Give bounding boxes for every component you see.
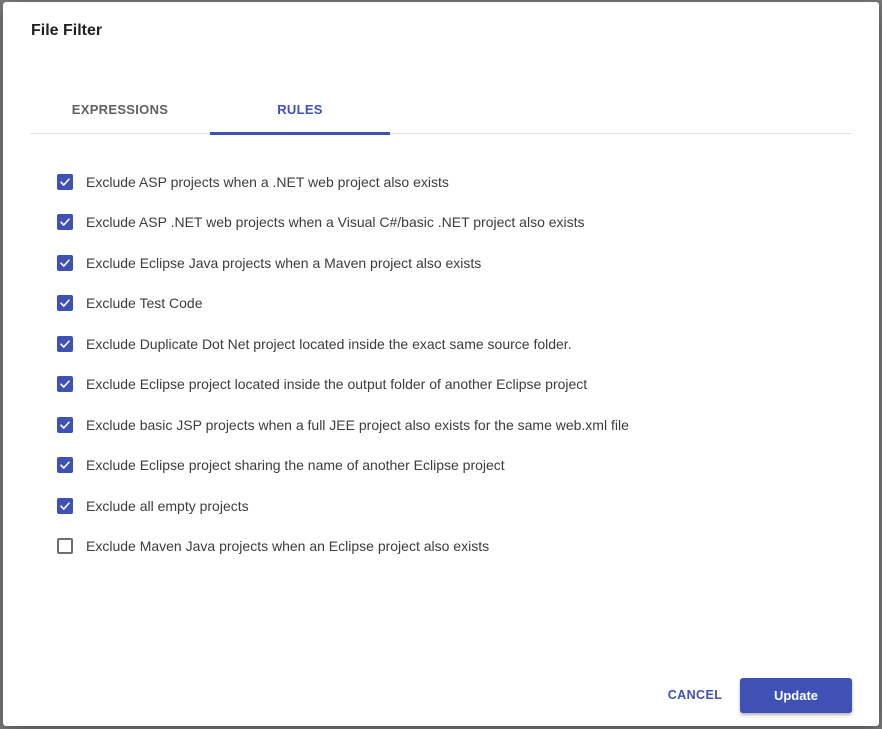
rule-item[interactable]: Exclude ASP projects when a .NET web pro… (57, 170, 857, 194)
checkbox[interactable] (57, 417, 73, 433)
rule-item[interactable]: Exclude all empty projects (57, 494, 857, 518)
check-icon (60, 218, 70, 226)
dialog-title: File Filter (31, 22, 103, 39)
rule-item[interactable]: Exclude Eclipse project sharing the name… (57, 453, 857, 477)
check-icon (60, 340, 70, 348)
rule-item[interactable]: Exclude Duplicate Dot Net project locate… (57, 332, 857, 356)
rule-label: Exclude Eclipse project located inside t… (86, 376, 588, 392)
rule-item[interactable]: Exclude basic JSP projects when a full J… (57, 413, 857, 437)
checkbox[interactable] (57, 457, 73, 473)
check-icon (60, 259, 70, 267)
checkbox[interactable] (57, 214, 73, 230)
rule-label: Exclude ASP .NET web projects when a Vis… (86, 214, 585, 230)
rule-item[interactable]: Exclude Maven Java projects when an Ecli… (57, 534, 857, 558)
checkbox[interactable] (57, 538, 73, 554)
rule-label: Exclude Eclipse project sharing the name… (86, 457, 505, 473)
rule-label: Exclude ASP projects when a .NET web pro… (86, 174, 449, 190)
tab-rules[interactable]: RULES (210, 84, 390, 135)
checkbox[interactable] (57, 295, 73, 311)
tab-bar: EXPRESSIONS RULES (30, 84, 852, 135)
check-icon (60, 461, 70, 469)
checkbox[interactable] (57, 498, 73, 514)
tab-expressions[interactable]: EXPRESSIONS (30, 84, 210, 134)
file-filter-dialog: File Filter EXPRESSIONS RULES Exclude AS… (3, 2, 879, 726)
rule-label: Exclude Maven Java projects when an Ecli… (86, 538, 490, 554)
cancel-button[interactable]: CANCEL (657, 682, 733, 708)
rule-label: Exclude basic JSP projects when a full J… (86, 417, 629, 433)
check-icon (60, 421, 70, 429)
check-icon (60, 178, 70, 186)
rule-item[interactable]: Exclude Test Code (57, 291, 857, 315)
rule-label: Exclude Duplicate Dot Net project locate… (86, 336, 572, 352)
checkbox[interactable] (57, 336, 73, 352)
rule-item[interactable]: Exclude Eclipse project located inside t… (57, 372, 857, 396)
rule-item[interactable]: Exclude Eclipse Java projects when a Mav… (57, 251, 857, 275)
checkbox[interactable] (57, 376, 73, 392)
rule-item[interactable]: Exclude ASP .NET web projects when a Vis… (57, 210, 857, 234)
check-icon (60, 380, 70, 388)
check-icon (60, 502, 70, 510)
checkbox[interactable] (57, 174, 73, 190)
rule-label: Exclude Eclipse Java projects when a Mav… (86, 255, 482, 271)
update-button[interactable]: Update (740, 678, 852, 713)
check-icon (60, 299, 70, 307)
checkbox[interactable] (57, 255, 73, 271)
rule-label: Exclude Test Code (86, 295, 203, 311)
rule-label: Exclude all empty projects (86, 498, 249, 514)
